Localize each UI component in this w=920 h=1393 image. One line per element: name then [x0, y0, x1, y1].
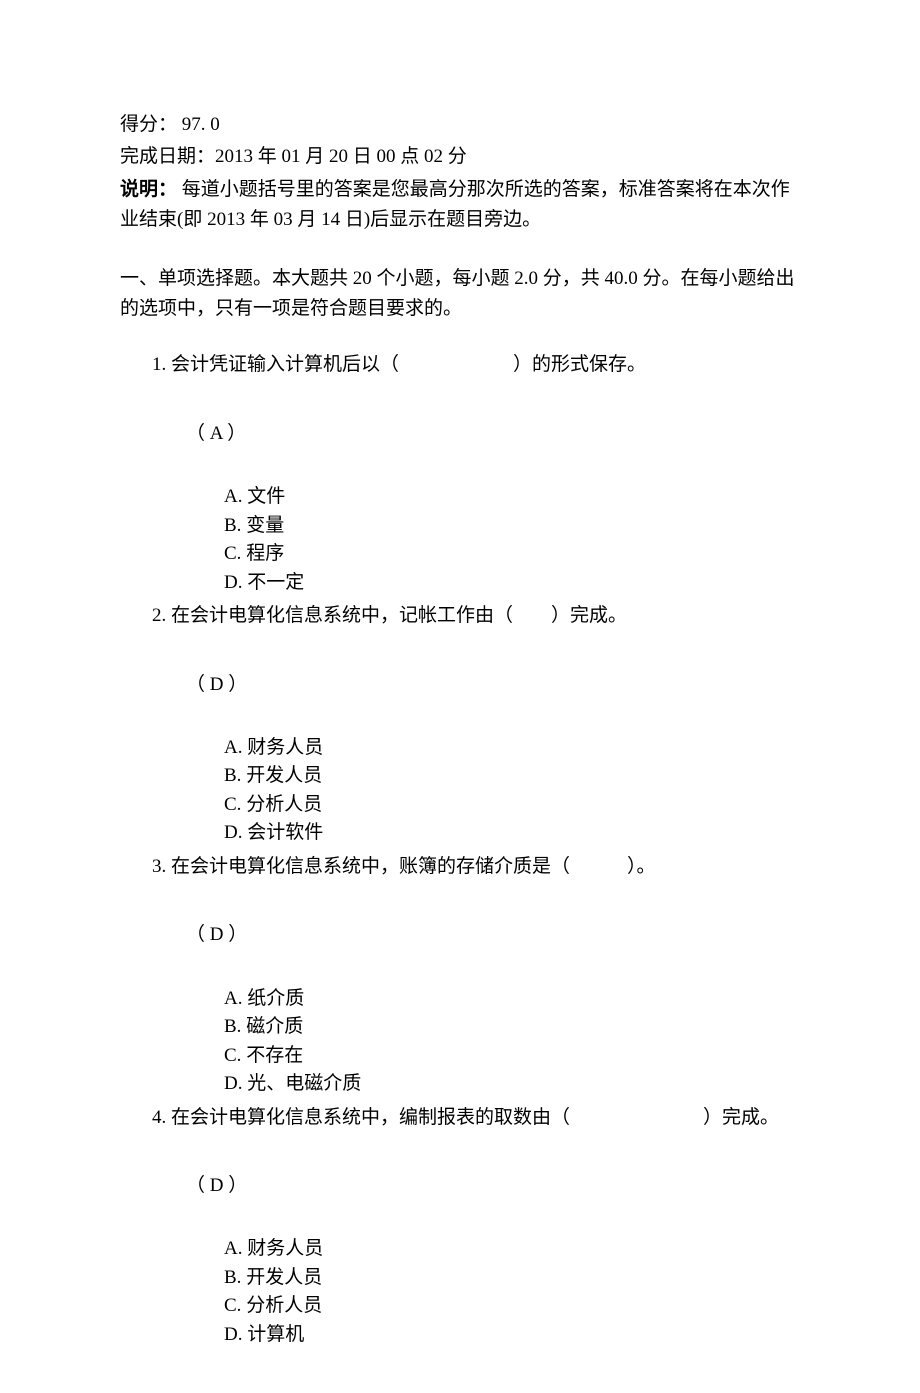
date-value: 2013 年 01 月 20 日 00 点 02 分 — [215, 146, 467, 167]
option-row: C. 分析人员 — [224, 791, 800, 820]
option-row: D. 会计软件 — [224, 819, 800, 848]
question-stem: 3. 在会计电算化信息系统中，账簿的存储介质是（ ）。 — [152, 852, 800, 882]
option-label: C. — [224, 794, 241, 815]
selected-answer: （ A ） — [186, 419, 800, 449]
option-text: 分析人员 — [246, 1295, 322, 1316]
description-text: 每道小题括号里的答案是您最高分那次所选的答案，标准答案将在本次作业结束(即 20… — [120, 179, 790, 230]
question-text: 在会计电算化信息系统中，账簿的存储介质是（ ）。 — [171, 856, 656, 877]
score-value: 97. 0 — [177, 114, 220, 135]
option-text: 会计软件 — [247, 822, 323, 843]
option-row: A. 纸介质 — [224, 985, 800, 1014]
question-block: 4. 在会计电算化信息系统中，编制报表的取数由（ ）完成。 （ D ） A. 财务人… — [120, 1103, 800, 1350]
score-line: 得分： 97. 0 — [120, 110, 800, 140]
option-text: 财务人员 — [247, 1238, 323, 1259]
option-text: 财务人员 — [247, 737, 323, 758]
option-label: A. — [224, 1238, 242, 1259]
option-text: 文件 — [247, 486, 285, 507]
option-text: 光、电磁介质 — [247, 1073, 361, 1094]
option-label: A. — [224, 988, 242, 1009]
option-list: A. 财务人员B. 开发人员C. 分析人员D. 计算机 — [152, 1235, 800, 1349]
score-label: 得分： — [120, 114, 177, 135]
description-line: 说明： 每道小题括号里的答案是您最高分那次所选的答案，标准答案将在本次作业结束(… — [120, 175, 800, 236]
option-row: D. 不一定 — [224, 569, 800, 598]
option-text: 不存在 — [246, 1045, 303, 1066]
question-stem: 1. 会计凭证输入计算机后以（ ）的形式保存。 — [152, 350, 800, 380]
option-label: D. — [224, 1073, 242, 1094]
question-block: 3. 在会计电算化信息系统中，账簿的存储介质是（ ）。（ D ）A. 纸介质B.… — [120, 852, 800, 1099]
option-row: A. 财务人员 — [224, 1235, 800, 1264]
question-number: 3. — [152, 856, 166, 877]
option-row: B. 磁介质 — [224, 1013, 800, 1042]
option-text: 纸介质 — [247, 988, 304, 1009]
question-text: 在会计电算化信息系统中，编制报表的取数由（ ）完成。 — [171, 1107, 779, 1128]
section-intro: 一、单项选择题。本大题共 20 个小题，每小题 2.0 分，共 40.0 分。在… — [120, 264, 800, 325]
option-text: 程序 — [246, 543, 284, 564]
option-label: B. — [224, 1016, 241, 1037]
question-block: 1. 会计凭证输入计算机后以（ ）的形式保存。（ A ）A. 文件B. 变量C.… — [120, 350, 800, 597]
question-number: 1. — [152, 354, 166, 375]
question-number: 2. — [152, 605, 166, 626]
selected-answer: （ D ） — [186, 920, 800, 950]
option-label: C. — [224, 1045, 241, 1066]
option-row: C. 程序 — [224, 540, 800, 569]
option-text: 计算机 — [247, 1324, 304, 1345]
questions-container: 1. 会计凭证输入计算机后以（ ）的形式保存。（ A ）A. 文件B. 变量C.… — [120, 350, 800, 1349]
question-block: 2. 在会计电算化信息系统中，记帐工作由（ ）完成。（ D ）A. 财务人员B.… — [120, 601, 800, 848]
option-label: D. — [224, 572, 242, 593]
question-stem: 4. 在会计电算化信息系统中，编制报表的取数由（ ）完成。 — [152, 1103, 800, 1133]
description-label: 说明： — [120, 179, 177, 200]
question-text: 会计凭证输入计算机后以（ ）的形式保存。 — [171, 354, 646, 375]
date-line: 完成日期：2013 年 01 月 20 日 00 点 02 分 — [120, 142, 800, 172]
option-label: A. — [224, 486, 242, 507]
option-row: D. 光、电磁介质 — [224, 1070, 800, 1099]
option-list: A. 文件B. 变量C. 程序D. 不一定 — [152, 483, 800, 597]
option-label: A. — [224, 737, 242, 758]
option-row: B. 开发人员 — [224, 762, 800, 791]
option-list: A. 财务人员B. 开发人员C. 分析人员D. 会计软件 — [152, 734, 800, 848]
date-label: 完成日期： — [120, 146, 215, 167]
question-text: 在会计电算化信息系统中，记帐工作由（ ）完成。 — [171, 605, 627, 626]
option-label: B. — [224, 515, 241, 536]
option-text: 分析人员 — [246, 794, 322, 815]
option-row: C. 不存在 — [224, 1042, 800, 1071]
option-label: C. — [224, 543, 241, 564]
option-label: D. — [224, 822, 242, 843]
selected-answer: （ D ） — [186, 670, 800, 700]
option-text: 开发人员 — [246, 1267, 322, 1288]
option-row: D. 计算机 — [224, 1321, 800, 1350]
question-number: 4. — [152, 1107, 166, 1128]
option-text: 不一定 — [247, 572, 304, 593]
option-label: B. — [224, 1267, 241, 1288]
option-label: D. — [224, 1324, 242, 1345]
option-text: 变量 — [246, 515, 284, 536]
option-row: C. 分析人员 — [224, 1292, 800, 1321]
option-row: B. 开发人员 — [224, 1264, 800, 1293]
option-text: 磁介质 — [246, 1016, 303, 1037]
option-row: A. 文件 — [224, 483, 800, 512]
option-label: C. — [224, 1295, 241, 1316]
option-list: A. 纸介质B. 磁介质C. 不存在D. 光、电磁介质 — [152, 985, 800, 1099]
question-stem: 2. 在会计电算化信息系统中，记帐工作由（ ）完成。 — [152, 601, 800, 631]
option-text: 开发人员 — [246, 765, 322, 786]
option-row: A. 财务人员 — [224, 734, 800, 763]
selected-answer: （ D ） — [186, 1171, 800, 1201]
option-row: B. 变量 — [224, 512, 800, 541]
option-label: B. — [224, 765, 241, 786]
